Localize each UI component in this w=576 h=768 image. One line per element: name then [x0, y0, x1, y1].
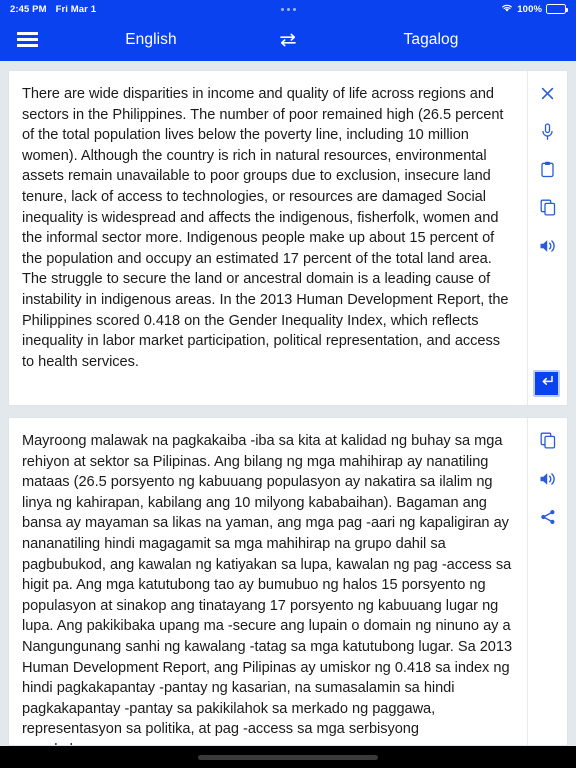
speak-translation-button[interactable] — [536, 469, 560, 493]
translation-panel: Mayroong malawak na pagkakaiba -iba sa k… — [8, 417, 568, 746]
share-translation-button[interactable] — [536, 507, 560, 531]
translated-text[interactable]: Mayroong malawak na pagkakaiba -iba sa k… — [9, 418, 527, 745]
home-indicator-bar — [0, 746, 576, 768]
clipboard-icon — [540, 161, 555, 183]
battery-percentage: 100% — [517, 3, 542, 15]
status-bar: 2:45 PM Fri Mar 1 100% — [0, 0, 576, 18]
copy-translation-button[interactable] — [536, 431, 560, 455]
speak-button[interactable] — [536, 236, 560, 260]
translation-panel-actions — [527, 418, 567, 745]
copy-icon — [540, 432, 556, 454]
status-date: Fri Mar 1 — [55, 3, 97, 15]
source-text-input[interactable]: There are wide disparities in income and… — [9, 71, 527, 405]
copy-button[interactable] — [536, 198, 560, 222]
target-language-button[interactable]: Tagalog — [143, 31, 576, 49]
translate-submit-button[interactable] — [533, 370, 560, 397]
source-panel-actions — [527, 71, 567, 405]
microphone-icon — [540, 122, 555, 146]
status-bar-left: 2:45 PM Fri Mar 1 — [10, 4, 96, 15]
battery-icon — [546, 4, 568, 14]
app-window: 2:45 PM Fri Mar 1 100% English Tagalog T… — [0, 0, 576, 768]
home-indicator[interactable] — [198, 754, 378, 760]
share-icon — [540, 509, 556, 530]
copy-icon — [540, 199, 556, 221]
speaker-icon — [539, 238, 556, 259]
paste-button[interactable] — [536, 160, 560, 184]
source-text-panel: There are wide disparities in income and… — [8, 70, 568, 406]
wifi-icon — [501, 3, 513, 16]
clear-text-button[interactable] — [536, 84, 560, 108]
voice-input-button[interactable] — [536, 122, 560, 146]
status-bar-right: 100% — [501, 3, 568, 16]
speaker-icon — [539, 471, 556, 492]
close-icon — [540, 86, 555, 106]
app-bar: English Tagalog — [0, 18, 576, 61]
status-time: 2:45 PM — [10, 3, 47, 15]
main-content: There are wide disparities in income and… — [0, 61, 576, 746]
enter-return-icon — [540, 374, 554, 393]
